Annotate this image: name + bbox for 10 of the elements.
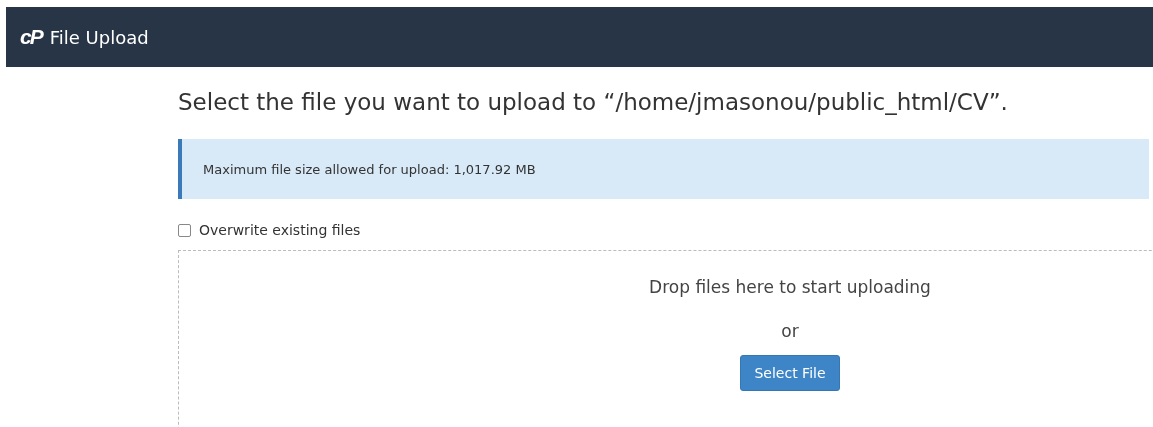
logo: cP [20, 25, 42, 49]
info-text: Maximum file size allowed for upload: 1,017.92 MB [203, 161, 536, 177]
heading: Select the file you want to upload to “/home/jmasonou/public_html/CV”. [178, 89, 1009, 117]
checkbox[interactable] [178, 223, 191, 237]
drop-prompt: Drop files here to start uploading [649, 277, 931, 297]
page-title: File Upload [49, 26, 149, 48]
checkbox-label[interactable]: Overwrite existing files [199, 222, 361, 238]
select-file-button[interactable]: Select File [740, 355, 840, 391]
drop-zone[interactable]: Drop files here to start uploading or Select File [178, 250, 1153, 427]
or-text: or [781, 321, 799, 341]
